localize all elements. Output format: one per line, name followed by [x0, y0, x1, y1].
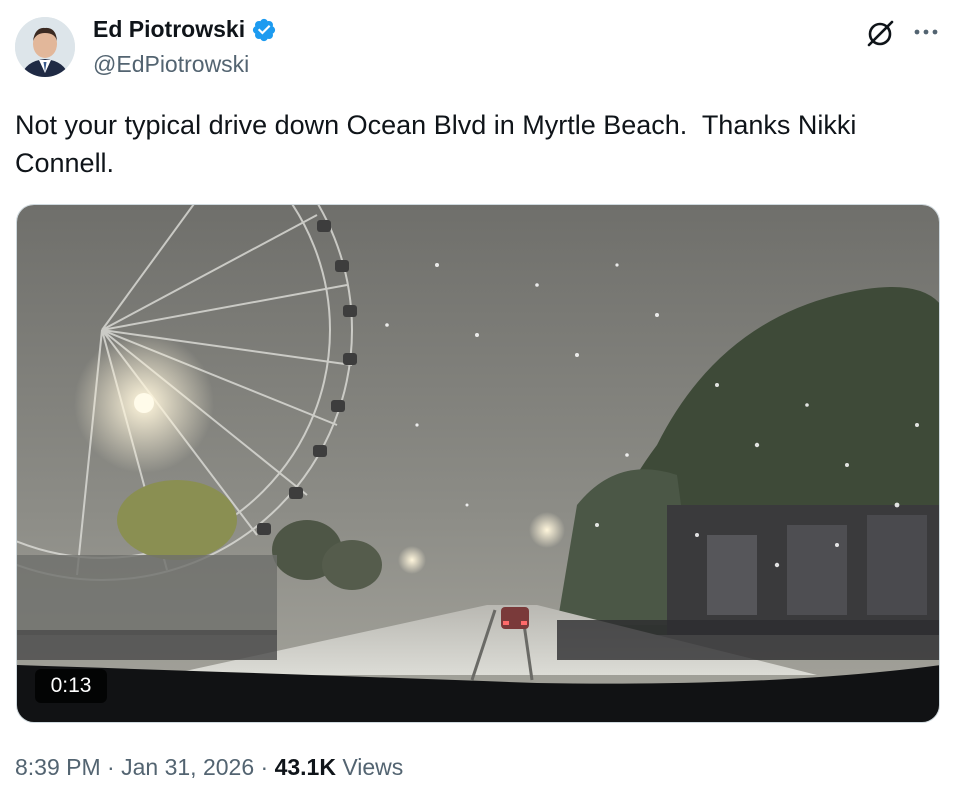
- video-player[interactable]: [16, 204, 940, 723]
- tweet-meta: 8:39 PM · Jan 31, 2026 · 43.1K Views: [15, 754, 403, 781]
- tweet-date[interactable]: Jan 31, 2026: [121, 754, 254, 781]
- views-count: 43.1K: [274, 754, 336, 780]
- verified-badge-icon: [251, 17, 277, 43]
- author-handle[interactable]: @EdPiotrowski: [93, 51, 249, 78]
- views-label: Views: [342, 754, 404, 780]
- more-icon[interactable]: [910, 18, 942, 50]
- video-duration-badge: 0:13: [35, 669, 107, 703]
- video-thumbnail: [17, 205, 939, 722]
- avatar-image: [15, 17, 75, 77]
- tweet-time[interactable]: 8:39 PM: [15, 754, 101, 781]
- avatar[interactable]: [15, 17, 75, 77]
- author-name[interactable]: Ed Piotrowski: [93, 16, 277, 43]
- tweet-text: Not your typical drive down Ocean Blvd i…: [15, 110, 864, 178]
- author-name-text: Ed Piotrowski: [93, 16, 246, 42]
- grok-icon[interactable]: [864, 18, 896, 50]
- meta-separator: ·: [254, 754, 275, 780]
- meta-separator: ·: [100, 754, 122, 780]
